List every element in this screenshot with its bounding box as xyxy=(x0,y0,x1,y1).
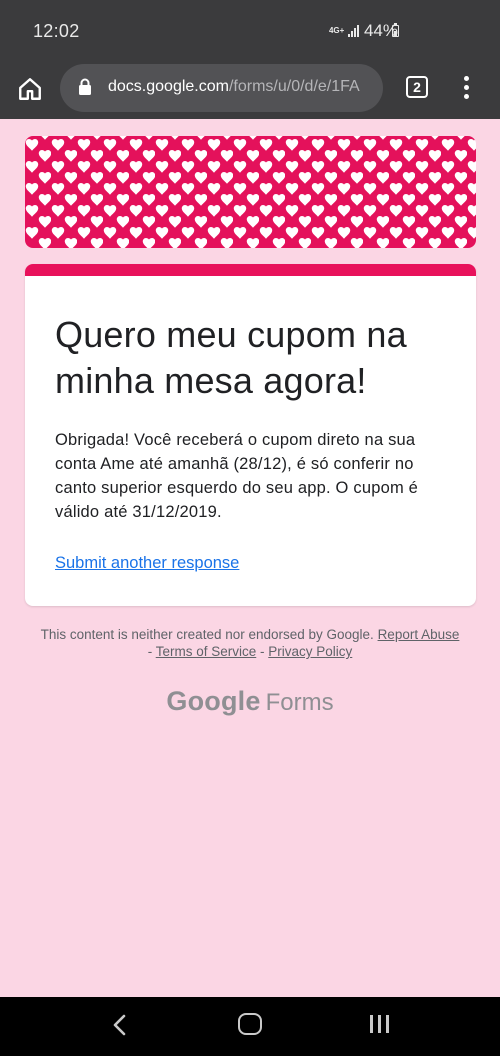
signal-icon xyxy=(347,25,359,37)
status-time: 12:02 xyxy=(33,21,80,41)
footer-separator: - xyxy=(256,644,269,659)
back-icon[interactable] xyxy=(111,1013,129,1037)
header-banner xyxy=(25,136,476,248)
confirmation-message: Obrigada! Você receberá o cupom direto n… xyxy=(55,431,419,521)
footer-disclaimer: This content is neither created nor endo… xyxy=(40,626,460,660)
navigation-bar xyxy=(0,997,500,1056)
home-icon xyxy=(19,78,41,100)
status-indicators: 4G+ 44% xyxy=(329,21,398,41)
confirmation-card: Quero meu cupom na minha mesa agora! Obr… xyxy=(25,264,476,606)
home-button[interactable] xyxy=(14,73,46,105)
card-accent-bar xyxy=(25,264,476,276)
status-bar: 12:02 4G+ 44% xyxy=(0,0,500,62)
terms-of-service-link[interactable]: Terms of Service xyxy=(156,644,257,659)
logo-forms-text: Forms xyxy=(265,689,334,716)
form-title: Quero meu cupom na minha mesa agora! xyxy=(55,314,407,401)
lock-icon xyxy=(79,78,91,95)
browser-toolbar: docs.google.com/forms/u/0/d/e/1FA 2 xyxy=(0,62,500,119)
logo-google-text: Google xyxy=(166,686,261,716)
submit-another-response-link[interactable]: Submit another response xyxy=(55,554,239,573)
report-abuse-link[interactable]: Report Abuse xyxy=(378,627,460,642)
home-circle-icon[interactable] xyxy=(238,1013,262,1035)
url-text: docs.google.com/forms/u/0/d/e/1FA xyxy=(108,78,374,96)
url-path: /forms/u/0/d/e/1FA xyxy=(228,78,360,95)
hearts-pattern-image xyxy=(25,136,476,248)
more-vert-icon[interactable] xyxy=(458,72,474,102)
address-bar[interactable]: docs.google.com/forms/u/0/d/e/1FA xyxy=(60,64,383,112)
recents-icon[interactable] xyxy=(370,1015,389,1033)
footer-separator: - xyxy=(147,644,156,659)
network-type-icon: 4G+ xyxy=(328,26,345,35)
tab-switcher-button[interactable]: 2 xyxy=(406,76,428,98)
privacy-policy-link[interactable]: Privacy Policy xyxy=(268,644,352,659)
url-host: docs.google.com xyxy=(108,78,229,95)
battery-icon xyxy=(392,23,399,37)
disclaimer-text: This content is neither created nor endo… xyxy=(40,627,378,642)
google-forms-logo[interactable]: Google Forms xyxy=(0,686,500,717)
